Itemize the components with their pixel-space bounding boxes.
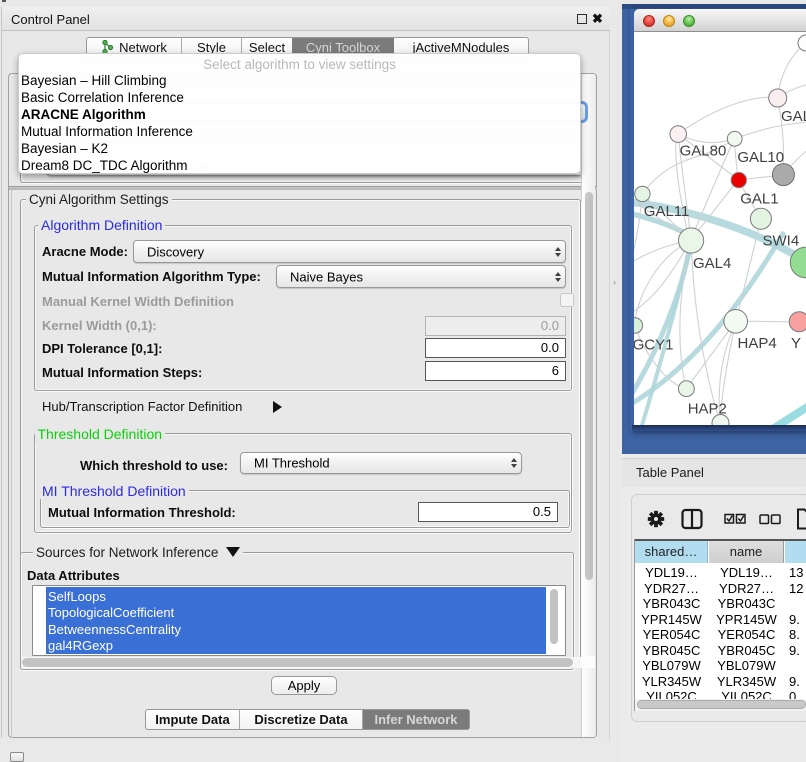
svg-text:GAL2: GAL2 bbox=[781, 108, 806, 125]
svg-text:GAL80: GAL80 bbox=[680, 142, 727, 159]
svg-text:HAP2: HAP2 bbox=[688, 401, 727, 418]
svg-text:GAL10: GAL10 bbox=[737, 149, 784, 166]
svg-text:GAL11: GAL11 bbox=[644, 203, 690, 220]
svg-text:SWI4: SWI4 bbox=[763, 233, 800, 250]
svg-text:GAL1: GAL1 bbox=[740, 191, 778, 208]
svg-text:GCY1: GCY1 bbox=[634, 336, 673, 353]
svg-text:HAP4: HAP4 bbox=[738, 335, 777, 352]
svg-text:GAL4: GAL4 bbox=[693, 255, 731, 272]
svg-text:Y: Y bbox=[791, 335, 801, 352]
